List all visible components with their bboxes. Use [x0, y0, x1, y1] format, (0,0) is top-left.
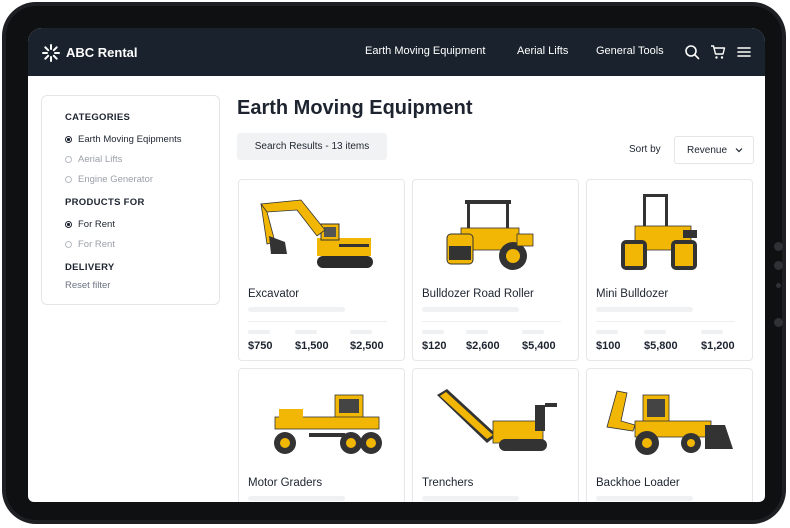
- placeholder-bar: [596, 496, 693, 501]
- side-button-dot: [774, 242, 783, 251]
- product-name: Trenchers: [422, 477, 474, 489]
- divider: [248, 321, 387, 322]
- product-card-motor-graders[interactable]: Motor Graders: [238, 368, 405, 502]
- excavator-image: [260, 199, 373, 268]
- price-label-bar: [422, 330, 444, 334]
- option-label: Engine Generator: [78, 174, 153, 185]
- price-weekly: $1,500: [295, 340, 329, 352]
- product-for-rent[interactable]: For Rent: [65, 219, 115, 230]
- road-roller-image: [446, 200, 534, 270]
- divider: [422, 321, 561, 322]
- search-results-count: Search Results - 13 items: [237, 133, 387, 160]
- radio-selected-icon[interactable]: [65, 221, 72, 228]
- page-title: Earth Moving Equipment: [237, 97, 473, 119]
- price-daily: $750: [248, 340, 273, 352]
- price-label-bar: [248, 330, 270, 334]
- option-label: For Rent: [78, 239, 115, 250]
- chevron-down-icon: [735, 148, 743, 153]
- sunburst-logo-icon: [42, 44, 60, 62]
- side-button-dot: [774, 318, 783, 327]
- placeholder-bar: [248, 496, 345, 501]
- placeholder-bar: [596, 307, 693, 312]
- price-label-bar: [644, 330, 666, 334]
- category-aerial-lifts[interactable]: Aerial Lifts: [65, 154, 122, 165]
- delivery-heading: DELIVERY: [65, 262, 115, 273]
- app-screen: ABC Rental Earth Moving Equipment Aerial…: [28, 28, 765, 502]
- option-label: Aerial Lifts: [78, 154, 123, 165]
- filter-sidebar: CATEGORIES Earth Moving Eqipments Aerial…: [41, 95, 220, 305]
- nav-aerial-lifts[interactable]: Aerial Lifts: [517, 45, 568, 57]
- price-weekly: $2,600: [466, 340, 500, 352]
- nav-general-tools[interactable]: General Tools: [596, 45, 664, 57]
- price-label-bar: [295, 330, 317, 334]
- products-for-heading: PRODUCTS FOR: [65, 197, 145, 208]
- product-name: Backhoe Loader: [596, 477, 680, 489]
- mini-bulldozer-image: [621, 194, 697, 270]
- menu-icon[interactable]: [736, 44, 752, 60]
- sort-dropdown[interactable]: Revenue: [674, 136, 754, 164]
- price-monthly: $2,500: [350, 340, 384, 352]
- side-button-dot: [774, 261, 783, 270]
- divider: [596, 321, 735, 322]
- radio-selected-icon[interactable]: [65, 136, 72, 143]
- radio-icon[interactable]: [65, 241, 72, 248]
- price-weekly: $5,800: [644, 340, 678, 352]
- reset-filter-link[interactable]: Reset filter: [65, 280, 110, 291]
- product-card-trenchers[interactable]: Trenchers: [412, 368, 579, 502]
- brand-name[interactable]: ABC Rental: [66, 45, 138, 60]
- cart-icon[interactable]: [710, 44, 726, 60]
- product-card-excavator[interactable]: Excavator $750 $1,500 $2,500: [238, 179, 405, 361]
- tablet-frame: ABC Rental Earth Moving Equipment Aerial…: [2, 2, 786, 524]
- top-navigation-bar: ABC Rental Earth Moving Equipment Aerial…: [28, 28, 765, 76]
- nav-earth-moving-equipment[interactable]: Earth Moving Equipment: [365, 45, 485, 57]
- price-label-bar: [350, 330, 372, 334]
- price-label-bar: [522, 330, 544, 334]
- product-name: Motor Graders: [248, 477, 323, 489]
- category-earth-moving[interactable]: Earth Moving Eqipments: [65, 134, 182, 145]
- option-label: For Rent: [78, 219, 115, 230]
- price-label-bar: [701, 330, 723, 334]
- price-label-bar: [466, 330, 488, 334]
- placeholder-bar: [422, 496, 519, 501]
- placeholder-bar: [422, 307, 519, 312]
- categories-heading: CATEGORIES: [65, 112, 131, 123]
- radio-icon[interactable]: [65, 156, 72, 163]
- product-card-road-roller[interactable]: Bulldozer Road Roller $120 $2,600 $5,400: [412, 179, 579, 361]
- product-card-backhoe-loader[interactable]: Backhoe Loader: [586, 368, 753, 502]
- option-label: Earth Moving Eqipments: [78, 134, 182, 145]
- search-icon[interactable]: [684, 44, 700, 60]
- price-monthly: $5,400: [522, 340, 556, 352]
- sort-value: Revenue: [687, 145, 728, 156]
- product-for-rent-alt[interactable]: For Rent: [65, 239, 115, 250]
- product-name: Bulldozer Road Roller: [422, 288, 534, 300]
- price-daily: $100: [596, 340, 621, 352]
- radio-icon[interactable]: [65, 176, 72, 183]
- product-name: Mini Bulldozer: [596, 288, 669, 300]
- price-label-bar: [596, 330, 618, 334]
- category-engine-generator[interactable]: Engine Generator: [65, 174, 153, 185]
- product-name: Excavator: [248, 288, 300, 300]
- sort-by-label: Sort by: [629, 144, 661, 155]
- price-daily: $120: [422, 340, 447, 352]
- placeholder-bar: [248, 307, 345, 312]
- product-card-mini-bulldozer[interactable]: Mini Bulldozer $100 $5,800 $1,200: [586, 179, 753, 361]
- price-monthly: $1,200: [701, 340, 735, 352]
- trencher-image: [437, 389, 557, 451]
- camera-dot: [776, 283, 781, 288]
- motor-grader-image: [274, 394, 382, 454]
- backhoe-loader-image: [606, 390, 733, 455]
